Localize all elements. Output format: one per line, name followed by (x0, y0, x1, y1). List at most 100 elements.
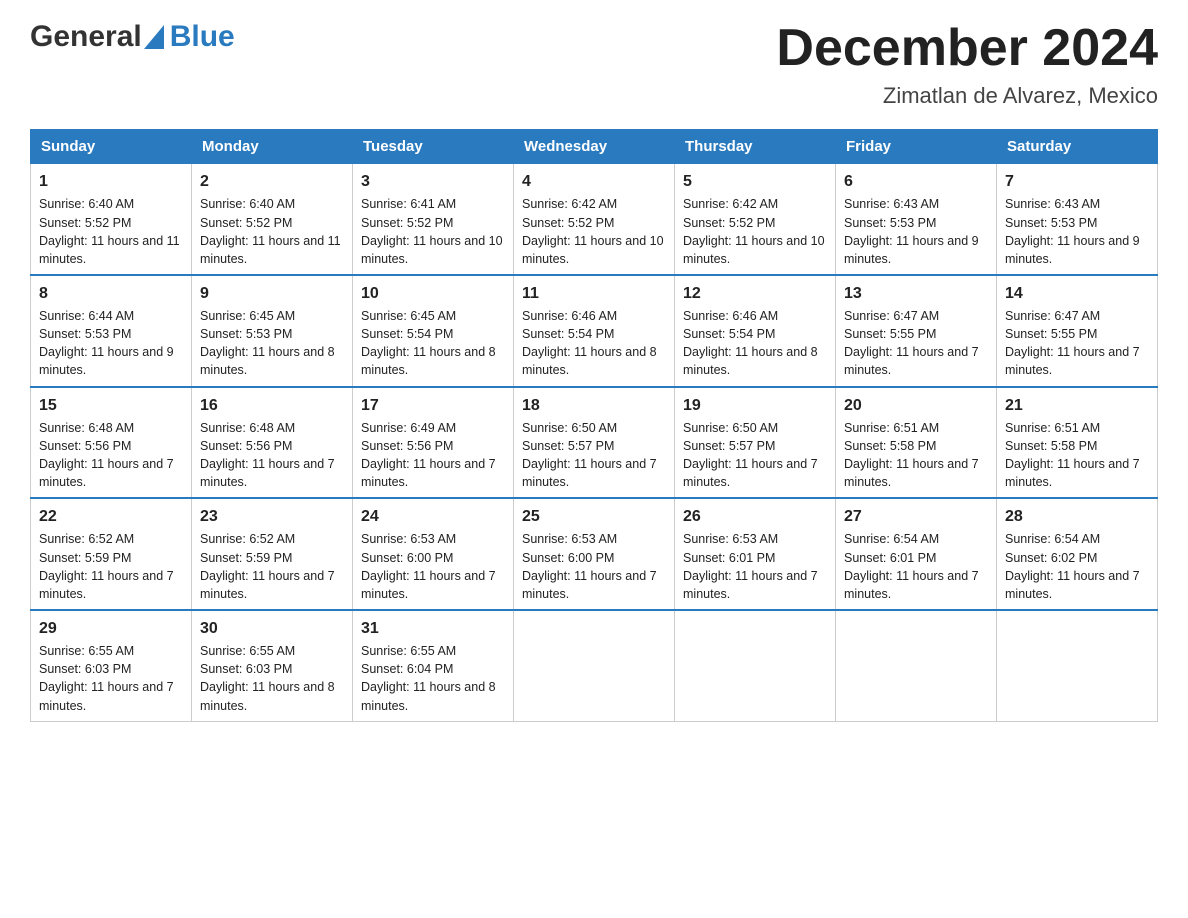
day-info: Sunrise: 6:53 AMSunset: 6:00 PMDaylight:… (361, 532, 496, 600)
day-number: 12 (683, 282, 827, 305)
day-header-wednesday: Wednesday (514, 130, 675, 164)
day-number: 7 (1005, 170, 1149, 193)
calendar-cell: 27 Sunrise: 6:54 AMSunset: 6:01 PMDayligh… (836, 498, 997, 610)
day-info: Sunrise: 6:55 AMSunset: 6:03 PMDaylight:… (200, 644, 335, 712)
calendar-cell: 29 Sunrise: 6:55 AMSunset: 6:03 PMDayligh… (31, 610, 192, 721)
calendar-cell: 17Sunrise: 6:49 AMSunset: 5:56 PMDayligh… (353, 387, 514, 499)
page-header: General Blue December 2024 Zimatlan de A… (30, 20, 1158, 109)
calendar-cell: 31 Sunrise: 6:55 AMSunset: 6:04 PMDayligh… (353, 610, 514, 721)
day-number: 1 (39, 170, 183, 193)
day-header-thursday: Thursday (675, 130, 836, 164)
logo-general-text: General (30, 20, 142, 54)
calendar-header-row: SundayMondayTuesdayWednesdayThursdayFrid… (31, 130, 1158, 164)
calendar-cell: 18 Sunrise: 6:50 AMSunset: 5:57 PMDayligh… (514, 387, 675, 499)
day-header-monday: Monday (192, 130, 353, 164)
day-info: Sunrise: 6:44 AMSunset: 5:53 PMDaylight:… (39, 309, 174, 377)
logo: General Blue (30, 20, 235, 54)
day-number: 15 (39, 394, 183, 417)
day-number: 27 (844, 505, 988, 528)
day-header-tuesday: Tuesday (353, 130, 514, 164)
calendar-cell: 9 Sunrise: 6:45 AMSunset: 5:53 PMDaylight… (192, 275, 353, 387)
calendar-cell: 24 Sunrise: 6:53 AMSunset: 6:00 PMDayligh… (353, 498, 514, 610)
day-number: 31 (361, 617, 505, 640)
calendar-cell: 21 Sunrise: 6:51 AMSunset: 5:58 PMDayligh… (997, 387, 1158, 499)
calendar-table: SundayMondayTuesdayWednesdayThursdayFrid… (30, 129, 1158, 721)
day-number: 6 (844, 170, 988, 193)
day-number: 21 (1005, 394, 1149, 417)
day-info: Sunrise: 6:50 AMSunset: 5:57 PMDaylight:… (522, 421, 657, 489)
calendar-cell: 14Sunrise: 6:47 AMSunset: 5:55 PMDayligh… (997, 275, 1158, 387)
calendar-week-row: 29 Sunrise: 6:55 AMSunset: 6:03 PMDayligh… (31, 610, 1158, 721)
calendar-cell: 4Sunrise: 6:42 AMSunset: 5:52 PMDaylight… (514, 164, 675, 275)
day-info: Sunrise: 6:55 AMSunset: 6:03 PMDaylight:… (39, 644, 174, 712)
calendar-subtitle: Zimatlan de Alvarez, Mexico (776, 83, 1158, 109)
day-number: 25 (522, 505, 666, 528)
day-number: 5 (683, 170, 827, 193)
calendar-title: December 2024 (776, 20, 1158, 77)
day-number: 2 (200, 170, 344, 193)
day-info: Sunrise: 6:48 AMSunset: 5:56 PMDaylight:… (200, 421, 335, 489)
day-info: Sunrise: 6:47 AMSunset: 5:55 PMDaylight:… (1005, 309, 1140, 377)
calendar-cell: 15 Sunrise: 6:48 AMSunset: 5:56 PMDayligh… (31, 387, 192, 499)
day-info: Sunrise: 6:42 AMSunset: 5:52 PMDaylight:… (683, 197, 825, 265)
day-header-friday: Friday (836, 130, 997, 164)
day-info: Sunrise: 6:53 AMSunset: 6:00 PMDaylight:… (522, 532, 657, 600)
day-number: 26 (683, 505, 827, 528)
day-info: Sunrise: 6:40 AMSunset: 5:52 PMDaylight:… (200, 197, 341, 265)
day-info: Sunrise: 6:47 AMSunset: 5:55 PMDaylight:… (844, 309, 979, 377)
calendar-cell: 6 Sunrise: 6:43 AMSunset: 5:53 PMDaylight… (836, 164, 997, 275)
day-info: Sunrise: 6:52 AMSunset: 5:59 PMDaylight:… (39, 532, 174, 600)
day-number: 24 (361, 505, 505, 528)
calendar-cell: 3 Sunrise: 6:41 AMSunset: 5:52 PMDaylight… (353, 164, 514, 275)
day-info: Sunrise: 6:54 AMSunset: 6:02 PMDaylight:… (1005, 532, 1140, 600)
day-header-sunday: Sunday (31, 130, 192, 164)
calendar-cell: 26 Sunrise: 6:53 AMSunset: 6:01 PMDayligh… (675, 498, 836, 610)
calendar-cell (997, 610, 1158, 721)
day-header-saturday: Saturday (997, 130, 1158, 164)
logo-blue-text: Blue (170, 20, 235, 54)
day-number: 23 (200, 505, 344, 528)
calendar-week-row: 1 Sunrise: 6:40 AMSunset: 5:52 PMDaylight… (31, 164, 1158, 275)
day-number: 29 (39, 617, 183, 640)
day-info: Sunrise: 6:46 AMSunset: 5:54 PMDaylight:… (683, 309, 818, 377)
day-number: 3 (361, 170, 505, 193)
calendar-cell: 10 Sunrise: 6:45 AMSunset: 5:54 PMDayligh… (353, 275, 514, 387)
day-number: 18 (522, 394, 666, 417)
calendar-cell: 2 Sunrise: 6:40 AMSunset: 5:52 PMDaylight… (192, 164, 353, 275)
day-number: 17 (361, 394, 505, 417)
day-info: Sunrise: 6:41 AMSunset: 5:52 PMDaylight:… (361, 197, 503, 265)
calendar-cell (836, 610, 997, 721)
day-info: Sunrise: 6:55 AMSunset: 6:04 PMDaylight:… (361, 644, 496, 712)
day-number: 30 (200, 617, 344, 640)
day-info: Sunrise: 6:45 AMSunset: 5:54 PMDaylight:… (361, 309, 496, 377)
calendar-cell: 13 Sunrise: 6:47 AMSunset: 5:55 PMDayligh… (836, 275, 997, 387)
day-number: 20 (844, 394, 988, 417)
day-info: Sunrise: 6:43 AMSunset: 5:53 PMDaylight:… (844, 197, 979, 265)
day-info: Sunrise: 6:54 AMSunset: 6:01 PMDaylight:… (844, 532, 979, 600)
day-number: 8 (39, 282, 183, 305)
calendar-cell: 5 Sunrise: 6:42 AMSunset: 5:52 PMDaylight… (675, 164, 836, 275)
calendar-week-row: 22 Sunrise: 6:52 AMSunset: 5:59 PMDayligh… (31, 498, 1158, 610)
day-info: Sunrise: 6:51 AMSunset: 5:58 PMDaylight:… (1005, 421, 1140, 489)
calendar-title-block: December 2024 Zimatlan de Alvarez, Mexic… (776, 20, 1158, 109)
day-number: 28 (1005, 505, 1149, 528)
day-info: Sunrise: 6:42 AMSunset: 5:52 PMDaylight:… (522, 197, 664, 265)
day-info: Sunrise: 6:45 AMSunset: 5:53 PMDaylight:… (200, 309, 335, 377)
calendar-cell: 25 Sunrise: 6:53 AMSunset: 6:00 PMDayligh… (514, 498, 675, 610)
calendar-cell: 19Sunrise: 6:50 AMSunset: 5:57 PMDayligh… (675, 387, 836, 499)
day-number: 9 (200, 282, 344, 305)
logo-triangle-icon (144, 21, 164, 49)
calendar-cell: 28 Sunrise: 6:54 AMSunset: 6:02 PMDayligh… (997, 498, 1158, 610)
calendar-cell: 30 Sunrise: 6:55 AMSunset: 6:03 PMDayligh… (192, 610, 353, 721)
day-number: 10 (361, 282, 505, 305)
day-number: 22 (39, 505, 183, 528)
day-number: 16 (200, 394, 344, 417)
day-info: Sunrise: 6:51 AMSunset: 5:58 PMDaylight:… (844, 421, 979, 489)
day-info: Sunrise: 6:48 AMSunset: 5:56 PMDaylight:… (39, 421, 174, 489)
day-info: Sunrise: 6:53 AMSunset: 6:01 PMDaylight:… (683, 532, 818, 600)
calendar-cell: 16 Sunrise: 6:48 AMSunset: 5:56 PMDayligh… (192, 387, 353, 499)
calendar-cell (675, 610, 836, 721)
day-info: Sunrise: 6:40 AMSunset: 5:52 PMDaylight:… (39, 197, 180, 265)
day-number: 11 (522, 282, 666, 305)
day-number: 13 (844, 282, 988, 305)
